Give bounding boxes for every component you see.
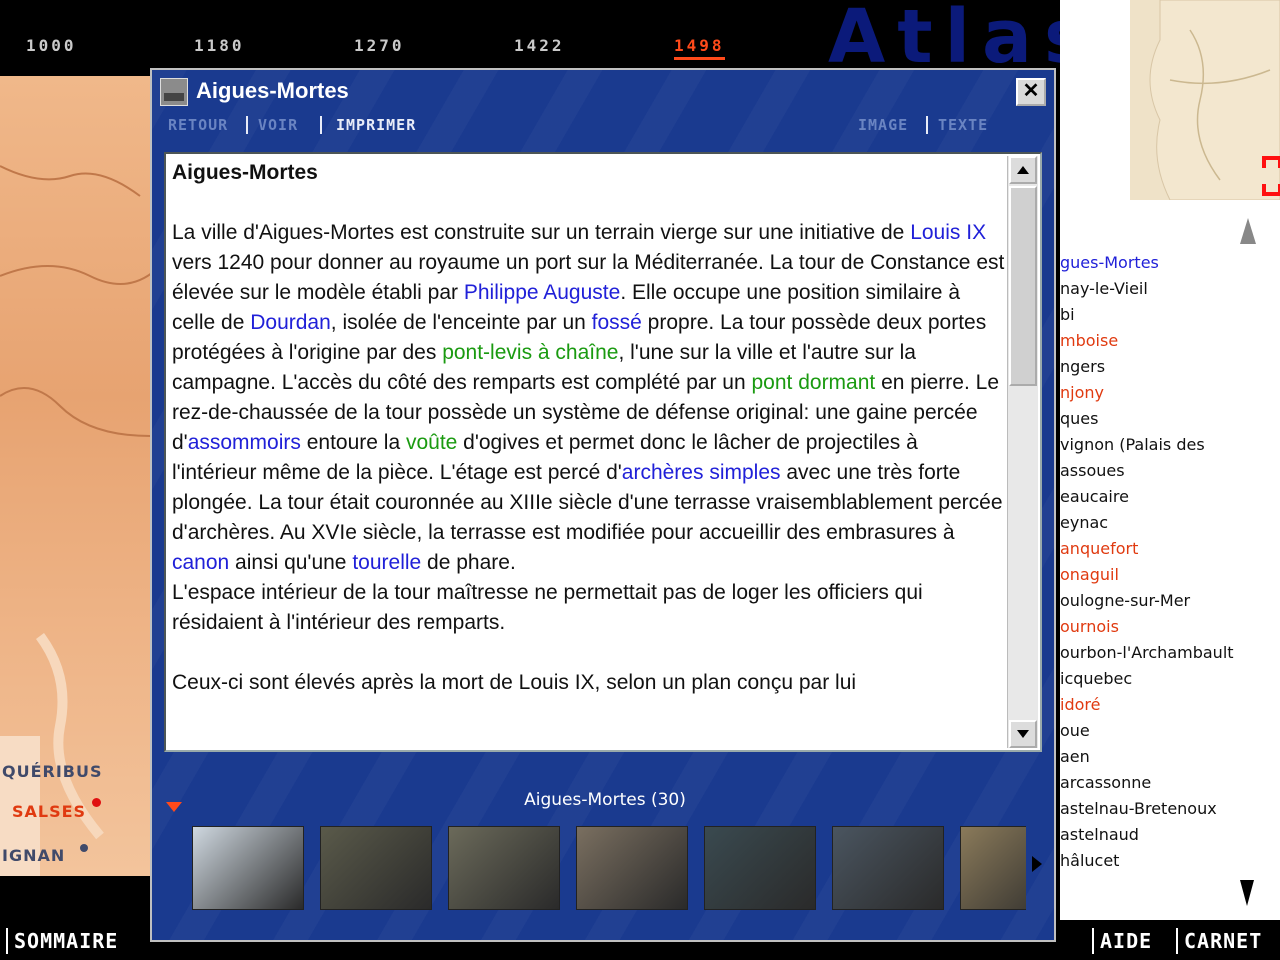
- salses-marker[interactable]: [92, 798, 101, 807]
- site-list-item[interactable]: mboise: [1060, 328, 1280, 354]
- site-list-item[interactable]: arcassonne: [1060, 770, 1280, 796]
- site-list-item[interactable]: gues-Mortes: [1060, 250, 1280, 276]
- glossary-link[interactable]: voûte: [406, 431, 457, 454]
- site-list-item[interactable]: ngers: [1060, 354, 1280, 380]
- site-list-item[interactable]: icquebec: [1060, 666, 1280, 692]
- image-button[interactable]: IMAGE: [858, 116, 908, 134]
- gallery-thumbnail[interactable]: [448, 826, 560, 910]
- site-list-item[interactable]: vignon (Palais des: [1060, 432, 1280, 458]
- imprimer-button[interactable]: IMPRIMER: [336, 116, 416, 134]
- map-label-ignan[interactable]: IGNAN: [2, 846, 65, 865]
- article-text-area[interactable]: Aigues-Mortes La ville d'Aigues-Mortes e…: [164, 152, 1042, 752]
- thumbnail-next-icon[interactable]: [1032, 856, 1042, 872]
- site-list-item[interactable]: ques: [1060, 406, 1280, 432]
- dialog-toolbar: RETOUR VOIR IMPRIMER IMAGE TEXTE: [166, 114, 1046, 138]
- site-list-item[interactable]: assoues: [1060, 458, 1280, 484]
- retour-button[interactable]: RETOUR: [168, 116, 228, 134]
- article-content: Aigues-Mortes La ville d'Aigues-Mortes e…: [172, 158, 1008, 698]
- site-list-item[interactable]: bi: [1060, 302, 1280, 328]
- glossary-link[interactable]: tourelle: [352, 551, 421, 574]
- scroll-down-icon[interactable]: [1009, 720, 1037, 748]
- left-map[interactable]: QUÉRIBUS SALSES IGNAN: [0, 76, 160, 876]
- site-list-item[interactable]: njony: [1060, 380, 1280, 406]
- map-label-salses[interactable]: SALSES: [12, 802, 86, 821]
- toolbar-divider: [926, 116, 928, 134]
- site-list-item[interactable]: anquefort: [1060, 536, 1280, 562]
- gallery-thumbnail[interactable]: [960, 826, 1026, 910]
- article-paragraph: Ceux-ci sont élevés après la mort de Lou…: [172, 671, 857, 694]
- site-list-item[interactable]: hâlucet: [1060, 848, 1280, 874]
- article-heading: Aigues-Mortes: [172, 161, 318, 184]
- site-list-item[interactable]: idoré: [1060, 692, 1280, 718]
- gallery-thumbnail[interactable]: [320, 826, 432, 910]
- site-list-item[interactable]: aen: [1060, 744, 1280, 770]
- site-list: gues-Mortes nay-le-Vieil bi mboise ngers njon…: [1060, 250, 1280, 874]
- sommaire-button[interactable]: SOMMAIRE: [6, 928, 118, 954]
- dialog-titlebar[interactable]: Aigues-Mortes ✕: [156, 74, 1050, 110]
- thumbnail-strip: [192, 826, 1026, 912]
- site-list-item[interactable]: astelnaud: [1060, 822, 1280, 848]
- carnet-button[interactable]: CARNET: [1176, 928, 1262, 954]
- close-icon: ✕: [1022, 80, 1040, 102]
- map-label-queribus[interactable]: QUÉRIBUS: [2, 762, 103, 781]
- gallery-thumbnail[interactable]: [832, 826, 944, 910]
- toolbar-divider: [320, 116, 322, 134]
- scroll-thumb[interactable]: [1009, 186, 1037, 386]
- article-text: , isolée de l'enceinte par un: [330, 311, 592, 334]
- glossary-link[interactable]: pont-levis à chaîne: [442, 341, 618, 364]
- year-1000[interactable]: 1000: [26, 36, 77, 55]
- ignan-marker[interactable]: [80, 844, 88, 852]
- year-1270[interactable]: 1270: [354, 36, 405, 55]
- aide-button[interactable]: AIDE: [1092, 928, 1152, 954]
- glossary-link[interactable]: Philippe Auguste: [464, 281, 620, 304]
- list-scroll-up-icon[interactable]: [1240, 218, 1256, 244]
- voir-button[interactable]: VOIR: [258, 116, 298, 134]
- glossary-link[interactable]: canon: [172, 551, 229, 574]
- gallery-thumbnail[interactable]: [704, 826, 816, 910]
- site-list-item[interactable]: astelnau-Bretenoux: [1060, 796, 1280, 822]
- scroll-up-icon[interactable]: [1009, 156, 1037, 184]
- article-dialog: Aigues-Mortes ✕ RETOUR VOIR IMPRIMER IMA…: [150, 68, 1056, 942]
- site-list-panel: gues-Mortes nay-le-Vieil bi mboise ngers njon…: [1060, 0, 1280, 920]
- list-scroll-down-icon[interactable]: [1240, 880, 1254, 906]
- year-1422[interactable]: 1422: [514, 36, 565, 55]
- map-rivers: [0, 165, 160, 876]
- gallery-label: Aigues-Mortes (30): [524, 790, 686, 810]
- site-list-item[interactable]: ourbon-l'Archambault: [1060, 640, 1280, 666]
- glossary-link[interactable]: assommoirs: [188, 431, 301, 454]
- text-scrollbar[interactable]: [1007, 156, 1038, 748]
- article-paragraph: La ville d'Aigues-Mortes est construite …: [172, 218, 1008, 578]
- gallery-thumbnail[interactable]: [576, 826, 688, 910]
- mini-map-shape: [1149, 0, 1280, 201]
- site-list-item[interactable]: oulogne-sur-Mer: [1060, 588, 1280, 614]
- app-icon: [160, 78, 188, 106]
- site-list-item[interactable]: nay-le-Vieil: [1060, 276, 1280, 302]
- glossary-link[interactable]: archères simples: [622, 461, 781, 484]
- site-list-item[interactable]: eaucaire: [1060, 484, 1280, 510]
- mini-map[interactable]: [1130, 0, 1280, 201]
- dialog-title: Aigues-Mortes: [196, 78, 349, 103]
- article-text: ainsi qu'une: [229, 551, 353, 574]
- gallery-thumbnail[interactable]: [192, 826, 304, 910]
- glossary-link[interactable]: fossé: [592, 311, 642, 334]
- toolbar-divider: [246, 116, 248, 134]
- site-list-item[interactable]: oue: [1060, 718, 1280, 744]
- glossary-link[interactable]: pont dormant: [752, 371, 876, 394]
- article-text: La ville d'Aigues-Mortes est construite …: [172, 221, 911, 244]
- article-text: entoure la: [300, 431, 406, 454]
- year-1498[interactable]: 1498: [674, 36, 725, 60]
- glossary-link[interactable]: Dourdan: [250, 311, 331, 334]
- glossary-link[interactable]: Louis IX: [910, 221, 986, 244]
- article-text: de phare.: [421, 551, 516, 574]
- site-list-item[interactable]: eynac: [1060, 510, 1280, 536]
- year-1180[interactable]: 1180: [194, 36, 245, 55]
- site-list-item[interactable]: onaguil: [1060, 562, 1280, 588]
- article-paragraph: L'espace intérieur de la tour maîtresse …: [172, 581, 923, 634]
- site-list-item[interactable]: ournois: [1060, 614, 1280, 640]
- close-button[interactable]: ✕: [1016, 78, 1046, 106]
- timeline-bar: 1000 1180 1270 1422 1498 Atlas: [0, 0, 1088, 80]
- texte-button[interactable]: TEXTE: [938, 116, 988, 134]
